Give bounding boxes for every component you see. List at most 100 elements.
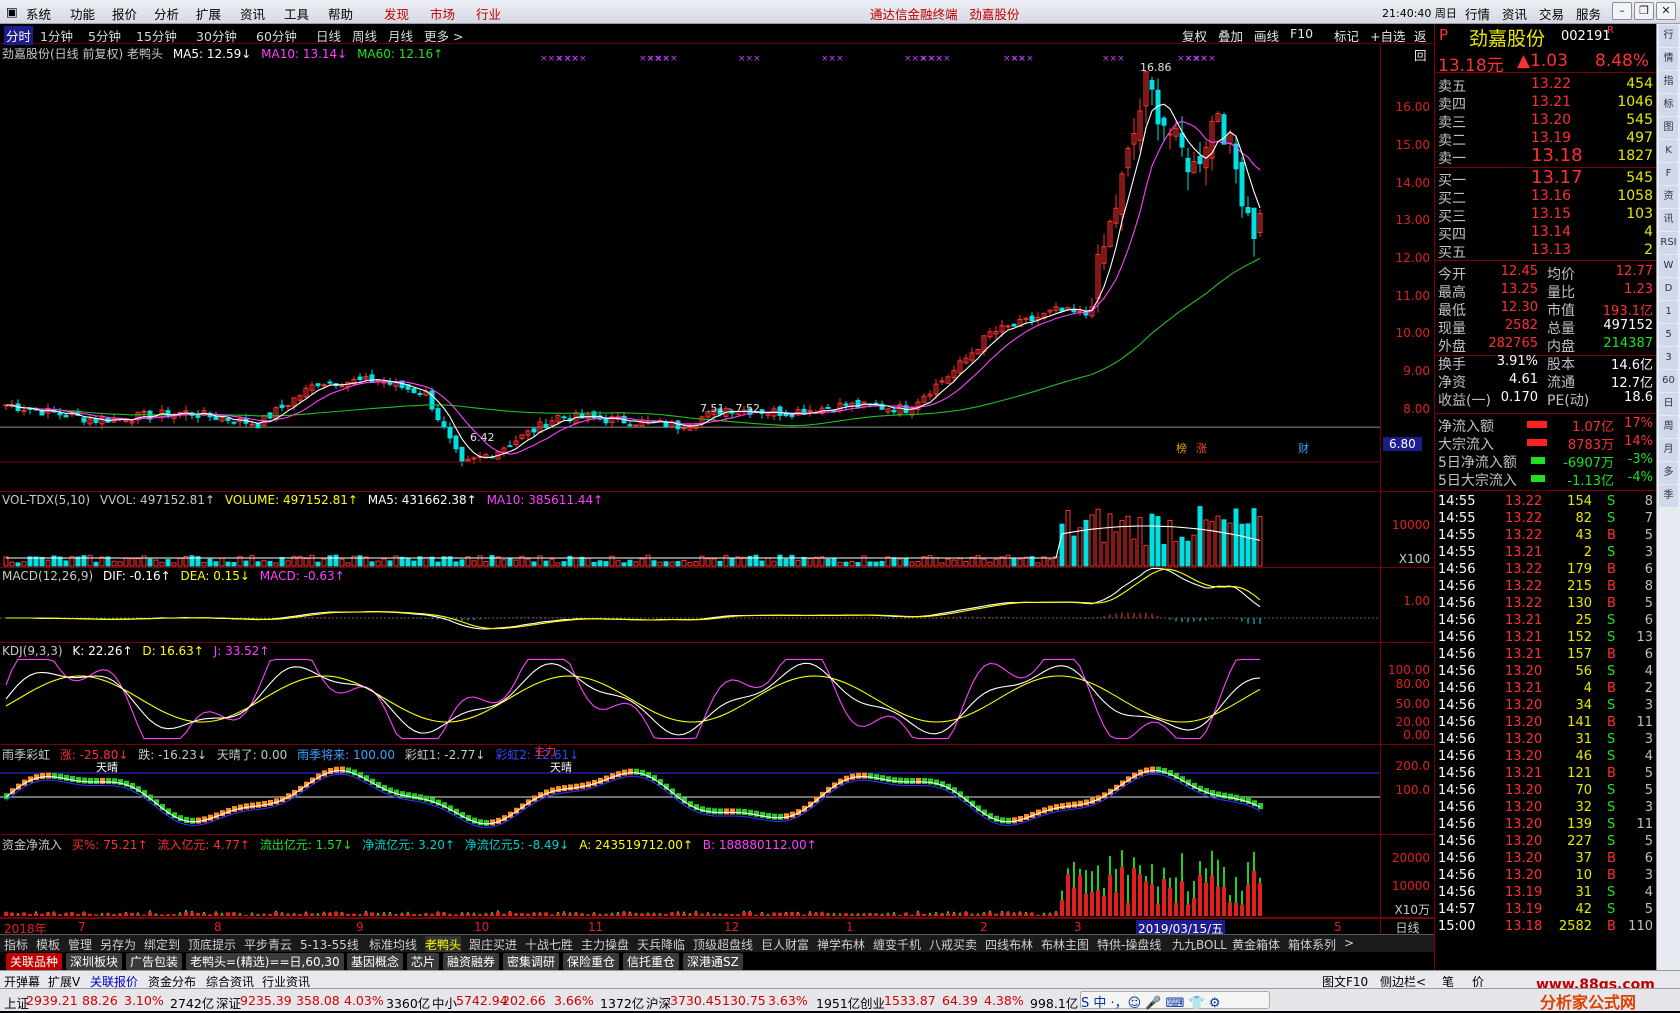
volume-panel[interactable]: VOL-TDX(5,10) VVOL: 497152.81↑ VOLUME: 4…	[0, 492, 1380, 568]
macd-panel[interactable]: MACD(12,26,9) DIF: -0.16↑ DEA: 0.15↓ MAC…	[0, 568, 1380, 643]
period-tab[interactable]: 月线	[388, 26, 413, 45]
ime-toolbar[interactable]: S 中 ·，☺ 🎤 ⌨ 👕 ⚙	[1080, 991, 1270, 1009]
sidebar-button[interactable]: 行	[1659, 25, 1678, 47]
app-icon[interactable]: ▣	[6, 4, 18, 19]
indicator-tab[interactable]: 缠变千机	[873, 936, 921, 953]
sidebar-button[interactable]: 季	[1659, 485, 1678, 507]
menu-item[interactable]: 资讯	[240, 4, 265, 23]
block-tab[interactable]: 基因概念	[347, 953, 403, 970]
indicator-tab[interactable]: 黄金箱体	[1232, 936, 1280, 953]
menu-item[interactable]: 工具	[284, 4, 309, 23]
indicator-tab[interactable]: 另存为	[100, 936, 136, 953]
indicator-tab[interactable]: 布林主图	[1041, 936, 1089, 953]
indicator-tab[interactable]: 老鸭头	[425, 936, 461, 953]
minimize-icon[interactable]: –	[1612, 2, 1632, 20]
sidebar-button[interactable]: 讯	[1659, 209, 1678, 231]
block-tab[interactable]: 广告包装	[126, 953, 182, 970]
period-tab[interactable]: 周线	[352, 26, 377, 45]
indicator-tab[interactable]: 平步青云	[244, 936, 292, 953]
sidebar-button[interactable]: 60	[1659, 370, 1678, 392]
sidebar-button[interactable]: 图	[1659, 117, 1678, 139]
toolbar-button[interactable]: 复权	[1182, 26, 1207, 45]
period-tab[interactable]: 60分钟	[256, 26, 297, 45]
sidebar-button[interactable]: K	[1659, 140, 1678, 162]
toolbar-button[interactable]: F10	[1290, 26, 1313, 41]
indicator-tab[interactable]: 绑定到	[144, 936, 180, 953]
block-tab[interactable]: 保险重仓	[563, 953, 619, 970]
indicator-tab[interactable]: 箱体系列	[1288, 936, 1336, 953]
indicator-tab[interactable]: 顶级超盘线	[693, 936, 753, 953]
sidebar-button[interactable]: 标	[1659, 94, 1678, 116]
period-tab[interactable]: 日线	[316, 26, 341, 45]
sidebar-button[interactable]: F	[1659, 163, 1678, 185]
trade-button[interactable]: 交易	[1539, 4, 1564, 23]
period-label[interactable]: 日线	[1380, 918, 1434, 934]
indicator-tab[interactable]: 顶底提示	[188, 936, 236, 953]
restore-icon[interactable]: ❐	[1634, 2, 1654, 20]
indicator-tab[interactable]: 管理	[68, 936, 92, 953]
indicator-tab[interactable]: 标准均线	[369, 936, 417, 953]
block-tab[interactable]: 深圳板块	[66, 953, 122, 970]
menu-item[interactable]: 分析	[154, 4, 179, 23]
indicator-tab[interactable]: 指标	[4, 936, 28, 953]
rainbow-panel[interactable]: 雨季彩虹 涨: -25.80↓ 跌: -16.23↓ 天晴了: 0.00 雨季将…	[0, 745, 1380, 835]
block-tab[interactable]: 信托重仓	[623, 953, 679, 970]
sidebar-button[interactable]: 多	[1659, 462, 1678, 484]
indicator-tab[interactable]: 模板	[36, 936, 60, 953]
block-tab[interactable]: 老鸭头=(精选)==日,60,30	[186, 953, 344, 970]
quote-button[interactable]: 行情	[1465, 4, 1490, 23]
menu-hot-item[interactable]: 发现	[384, 4, 409, 23]
block-tab[interactable]: 密集调研	[503, 953, 559, 970]
sidebar-button[interactable]: 周	[1659, 416, 1678, 438]
news-button[interactable]: 资讯	[1502, 4, 1527, 23]
indicator-tab[interactable]: 特供-操盘线	[1097, 936, 1161, 953]
toolbar-button[interactable]: 叠加	[1218, 26, 1243, 45]
period-tab[interactable]: 30分钟	[196, 26, 237, 45]
indicator-tab[interactable]: 巨人财富	[761, 936, 809, 953]
indicator-tab[interactable]: 十战七胜	[525, 936, 573, 953]
menu-item[interactable]: 系统	[26, 4, 51, 23]
period-tab[interactable]: 15分钟	[136, 26, 177, 45]
sidebar-button[interactable]: 3	[1659, 347, 1678, 369]
indicator-tab[interactable]: 5-13-55线	[300, 936, 359, 953]
sidebar-button[interactable]: 情	[1659, 48, 1678, 70]
indicator-tab[interactable]: 主力操盘	[581, 936, 629, 953]
sidebar-button[interactable]: 月	[1659, 439, 1678, 461]
kdj-panel[interactable]: KDJ(9,3,3) K: 22.26↑ D: 16.63↑ J: 33.52↑	[0, 643, 1380, 745]
sidebar-button[interactable]: 资	[1659, 186, 1678, 208]
indicator-tab[interactable]: 四线布林	[985, 936, 1033, 953]
sidebar-button[interactable]: 1	[1659, 301, 1678, 323]
indicator-tab[interactable]: 八戒买卖	[929, 936, 977, 953]
block-tab[interactable]: 深港通SZ	[683, 953, 743, 970]
menu-item[interactable]: 报价	[112, 4, 137, 23]
period-tab[interactable]: 1分钟	[40, 26, 73, 45]
block-tab[interactable]: 芯片	[407, 953, 439, 970]
indicator-tab[interactable]: >	[1344, 936, 1354, 950]
sidebar-button[interactable]: W	[1659, 255, 1678, 277]
toolbar-button[interactable]: 标记	[1334, 26, 1359, 45]
period-tab[interactable]: 分时	[4, 26, 33, 45]
menu-item[interactable]: 扩展	[196, 4, 221, 23]
indicator-tab[interactable]: 禅学布林	[817, 936, 865, 953]
sidebar-button[interactable]: 指	[1659, 71, 1678, 93]
indicator-tab[interactable]: 九九BOLL	[1172, 936, 1227, 953]
sidebar-button[interactable]: RSI	[1659, 232, 1678, 254]
period-tab[interactable]: 5分钟	[88, 26, 121, 45]
sidebar-button[interactable]: 5	[1659, 324, 1678, 346]
block-tab[interactable]: 关联品种	[6, 953, 62, 970]
kline-panel[interactable]: 劲嘉股份(日线 前复权) 老鸭头 MA5: 12.59↓ MA10: 13.14…	[0, 44, 1380, 492]
period-tab[interactable]: 更多 >	[424, 26, 463, 45]
menu-item[interactable]: 帮助	[328, 4, 353, 23]
menu-hot-item[interactable]: 行业	[476, 4, 501, 23]
sidebar-button[interactable]: D	[1659, 278, 1678, 300]
close-icon[interactable]: ✕	[1656, 2, 1676, 20]
menu-hot-item[interactable]: 市场	[430, 4, 455, 23]
kline-chart[interactable]: ××××××××××××××××××××××××××××××××××××××××…	[0, 44, 1380, 492]
service-button[interactable]: 服务	[1576, 4, 1601, 23]
menu-item[interactable]: 功能	[70, 4, 95, 23]
toolbar-button[interactable]: +自选	[1370, 26, 1405, 45]
indicator-tab[interactable]: 天兵降临	[637, 936, 685, 953]
sidebar-button[interactable]: 日	[1659, 393, 1678, 415]
fund-panel[interactable]: 资金净流入 买%: 75.21↑ 流入亿元: 4.77↑ 流出亿元: 1.57↓…	[0, 835, 1380, 918]
block-tab[interactable]: 融资融券	[443, 953, 499, 970]
